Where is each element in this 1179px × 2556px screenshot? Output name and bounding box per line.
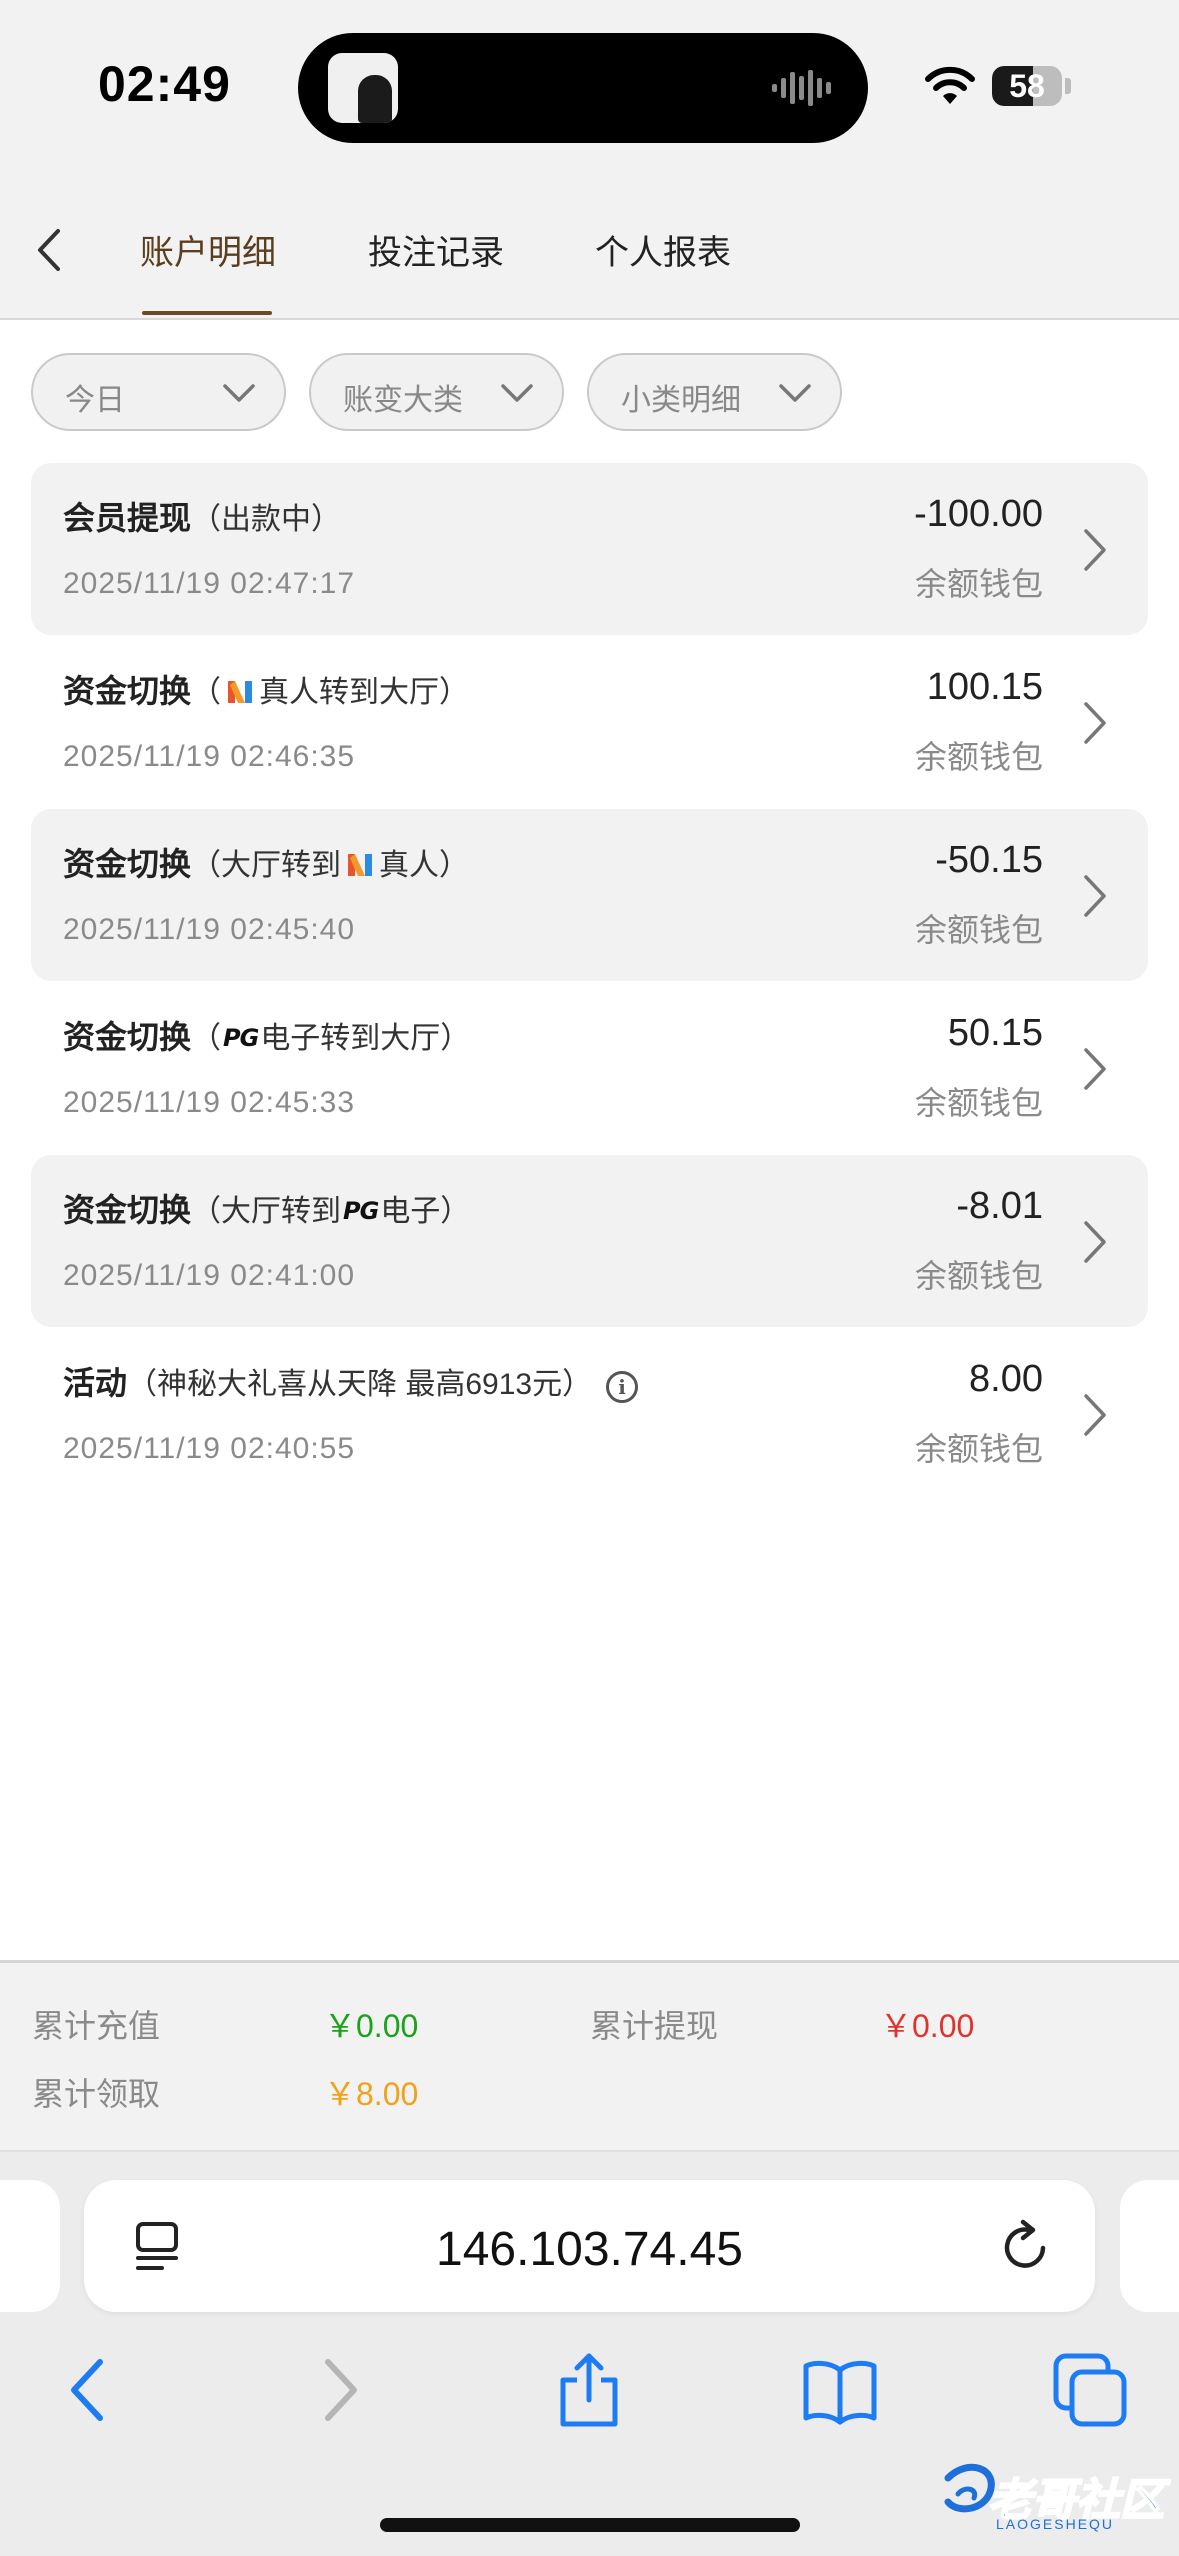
record-amount: -8.01 xyxy=(956,1185,1043,1227)
list-item[interactable]: 资金切换（PG电子转到大厅） 2025/11/19 02:45:33 50.15… xyxy=(31,982,1148,1154)
list-item[interactable]: 会员提现（出款中） 2025/11/19 02:47:17 -100.00 余额… xyxy=(31,463,1148,635)
record-amount: 100.15 xyxy=(926,666,1043,708)
chevron-right-icon xyxy=(1084,529,1106,571)
total-claim-value: ￥8.00 xyxy=(324,2076,419,2112)
live-casino-logo-icon xyxy=(228,681,253,703)
live-casino-logo-icon xyxy=(348,854,373,876)
wifi-icon xyxy=(925,66,975,104)
record-time: 2025/11/19 02:40:55 xyxy=(63,1432,356,1465)
header-nav: 账户明细 投注记录 个人报表 xyxy=(0,170,1179,320)
total-withdraw-label: 累计提现 xyxy=(590,2008,719,2044)
total-recharge-value: ￥0.00 xyxy=(324,2008,419,2044)
record-title: 资金切换（PG电子转到大厅） xyxy=(63,1019,471,1055)
reload-icon[interactable] xyxy=(999,2218,1053,2274)
record-title: 活动（神秘大礼喜从天降 最高6913元） i xyxy=(63,1358,639,1404)
audio-waveform-icon xyxy=(772,70,831,106)
battery-icon: 58 xyxy=(992,66,1062,106)
record-wallet: 余额钱包 xyxy=(914,1085,1043,1121)
pg-logo-icon: PG xyxy=(223,1024,259,1052)
record-time: 2025/11/19 02:45:33 xyxy=(63,1086,356,1119)
next-tab-peek[interactable] xyxy=(1120,2180,1179,2312)
record-note: （出款中） xyxy=(191,503,342,536)
back-chevron-icon[interactable] xyxy=(30,225,70,275)
record-title: 资金切换（大厅转到 真人） xyxy=(63,846,470,882)
record-wallet: 余额钱包 xyxy=(914,1431,1043,1467)
filter-date-label: 今日 xyxy=(65,384,125,417)
filter-subcategory-dropdown[interactable]: 小类明细 xyxy=(587,353,842,431)
share-icon[interactable] xyxy=(549,2350,629,2430)
record-title: 资金切换（大厅转到PG电子） xyxy=(63,1192,471,1228)
record-amount: -100.00 xyxy=(914,493,1043,535)
filter-category-dropdown[interactable]: 账变大类 xyxy=(309,353,564,431)
record-time: 2025/11/19 02:47:17 xyxy=(63,567,356,600)
previous-tab-peek[interactable] xyxy=(0,2180,60,2312)
chevron-right-icon xyxy=(1084,702,1106,744)
filter-subcategory-label: 小类明细 xyxy=(621,384,741,417)
record-time: 2025/11/19 02:41:00 xyxy=(63,1259,356,1292)
record-wallet: 余额钱包 xyxy=(914,739,1043,775)
chevron-down-icon xyxy=(223,384,255,402)
record-amount: 50.15 xyxy=(947,1012,1043,1054)
list-item[interactable]: 资金切换（大厅转到 真人） 2025/11/19 02:45:40 -50.15 … xyxy=(31,809,1148,981)
tab-account-details[interactable]: 账户明细 xyxy=(140,225,276,285)
record-wallet: 余额钱包 xyxy=(914,566,1043,602)
summary-panel: 累计充值 ￥0.00 累计提现 ￥0.00 累计领取 ￥8.00 xyxy=(0,1960,1179,2150)
chevron-right-icon xyxy=(1084,875,1106,917)
clock: 02:49 xyxy=(98,56,231,112)
battery-percent: 58 xyxy=(1009,68,1045,104)
list-item[interactable]: 活动（神秘大礼喜从天降 最高6913元） i 2025/11/19 02:40:5… xyxy=(31,1328,1148,1500)
record-title: 资金切换（ 真人转到大厅） xyxy=(63,673,470,709)
now-playing-thumbnail xyxy=(328,53,398,123)
record-time: 2025/11/19 02:46:35 xyxy=(63,740,356,773)
record-time: 2025/11/19 02:45:40 xyxy=(63,913,356,946)
total-withdraw-value: ￥0.00 xyxy=(880,2008,975,2044)
active-tab-underline xyxy=(142,311,272,315)
tabs-icon[interactable] xyxy=(1050,2350,1130,2430)
url-text: 146.103.74.45 xyxy=(436,2223,743,2276)
chevron-down-icon xyxy=(779,384,811,402)
bookmarks-icon[interactable] xyxy=(800,2350,880,2430)
record-amount: 8.00 xyxy=(969,1358,1043,1400)
chevron-down-icon xyxy=(501,384,533,402)
record-wallet: 余额钱包 xyxy=(914,912,1043,948)
status-bar: 02:49 58 xyxy=(0,0,1179,170)
address-bar[interactable]: 146.103.74.45 xyxy=(84,2180,1095,2312)
total-recharge-label: 累计充值 xyxy=(32,2008,161,2044)
home-indicator xyxy=(380,2518,800,2532)
list-item[interactable]: 资金切换（ 真人转到大厅） 2025/11/19 02:46:35 100.15 … xyxy=(31,636,1148,808)
info-icon[interactable]: i xyxy=(606,1371,639,1403)
list-item[interactable]: 资金切换（大厅转到PG电子） 2025/11/19 02:41:00 -8.01… xyxy=(31,1155,1148,1327)
chevron-right-icon xyxy=(1084,1048,1106,1090)
watermark-subtext: LAOGESHEQU xyxy=(996,2516,1115,2532)
filter-category-label: 账变大类 xyxy=(343,384,463,417)
record-amount: -50.15 xyxy=(935,839,1043,881)
tab-bet-records[interactable]: 投注记录 xyxy=(368,225,504,285)
pg-logo-icon: PG xyxy=(343,1197,379,1225)
filter-date-dropdown[interactable]: 今日 xyxy=(31,353,286,431)
chevron-right-icon xyxy=(1084,1394,1106,1436)
total-claim-label: 累计领取 xyxy=(32,2076,161,2112)
browser-back-icon[interactable] xyxy=(48,2350,128,2430)
tab-personal-report[interactable]: 个人报表 xyxy=(595,225,731,285)
watermark-logo: 老哥社区 LAOGESHEQU xyxy=(938,2458,1168,2538)
record-title: 会员提现（出款中） xyxy=(63,500,342,536)
record-wallet: 余额钱包 xyxy=(914,1258,1043,1294)
chevron-right-icon xyxy=(1084,1221,1106,1263)
browser-forward-icon[interactable] xyxy=(300,2350,380,2430)
dynamic-island[interactable] xyxy=(298,33,868,143)
battery-cap xyxy=(1065,78,1071,94)
